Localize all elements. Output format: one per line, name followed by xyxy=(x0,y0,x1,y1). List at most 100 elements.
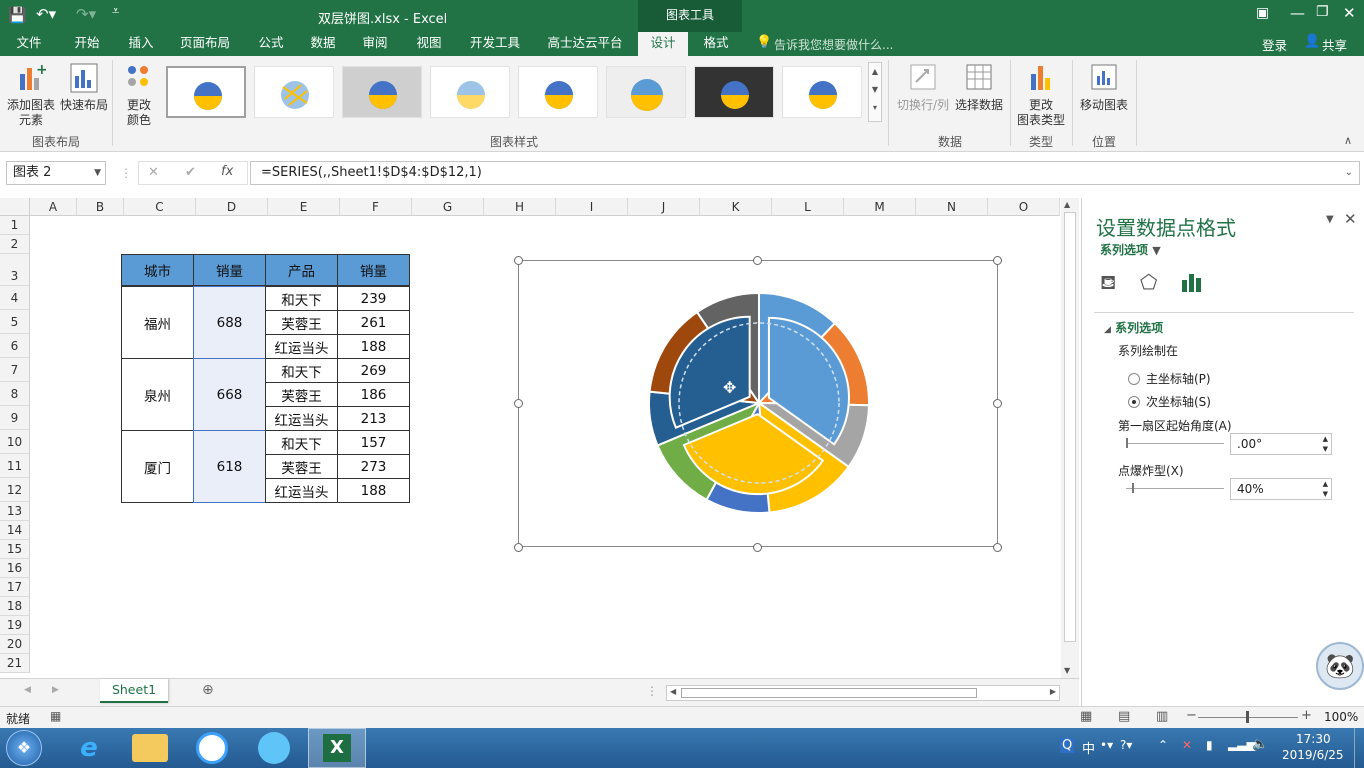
explosion-input[interactable]: 40% ▲ ▼ xyxy=(1230,478,1332,500)
table-header-cell[interactable]: 城市 xyxy=(121,254,194,286)
tell-me-box[interactable]: 告诉我您想要做什么... xyxy=(774,36,893,53)
macro-record-icon[interactable]: ▦ xyxy=(50,709,61,723)
row-header-16[interactable]: 16 xyxy=(0,559,30,578)
series-options-section[interactable]: ◢ 系列选项 xyxy=(1104,319,1163,336)
tab-insert[interactable]: 插入 xyxy=(118,32,164,56)
add-sheet-icon[interactable]: ⊕ xyxy=(202,682,214,698)
change-chart-type-button[interactable]: 更改 图表类型 xyxy=(1014,62,1068,128)
tab-page-layout[interactable]: 页面布局 xyxy=(172,32,238,56)
row-header-9[interactable]: 9 xyxy=(0,406,30,430)
secondary-axis-radio[interactable]: 次坐标轴(S) xyxy=(1128,393,1211,410)
volume-icon[interactable]: 🔈 xyxy=(1252,737,1268,752)
tab-gaoshida[interactable]: 高士达云平台 xyxy=(540,32,630,56)
ime-dot-icon[interactable]: •▾ xyxy=(1100,738,1113,752)
chart-style-7[interactable] xyxy=(694,66,774,118)
formula-input[interactable]: =SERIES(,,Sheet1!$D$4:$D$12,1) ⌄ xyxy=(250,161,1360,185)
chart-style-1[interactable] xyxy=(166,66,246,118)
name-box[interactable]: 图表 2 ▼ xyxy=(6,161,106,185)
row-header-11[interactable]: 11 xyxy=(0,454,30,478)
tab-format[interactable]: 格式 xyxy=(694,32,738,56)
column-header-j[interactable]: J xyxy=(628,198,700,216)
column-header-e[interactable]: E xyxy=(268,198,340,216)
normal-view-icon[interactable]: ▦ xyxy=(1080,709,1092,724)
column-header-d[interactable]: D xyxy=(196,198,268,216)
row-header-5[interactable]: 5 xyxy=(0,310,30,334)
resize-handle-bl[interactable] xyxy=(514,543,523,552)
chart-style-6[interactable] xyxy=(606,66,686,118)
chart-style-8[interactable] xyxy=(782,66,862,118)
tab-file[interactable]: 文件 xyxy=(8,32,50,56)
resize-handle-tr[interactable] xyxy=(993,256,1002,265)
city-cell[interactable]: 泉州 xyxy=(121,358,194,431)
row-header-6[interactable]: 6 xyxy=(0,334,30,358)
row-header-15[interactable]: 15 xyxy=(0,540,30,559)
collapse-ribbon-icon[interactable]: ∧ xyxy=(1344,134,1352,147)
resize-handle-tl[interactable] xyxy=(514,256,523,265)
zoom-out-icon[interactable]: − xyxy=(1186,708,1197,723)
browser-icon[interactable] xyxy=(258,732,290,764)
tray-arrow-icon[interactable]: ⌃ xyxy=(1158,738,1168,752)
pane-close-icon[interactable]: ✕ xyxy=(1344,210,1357,228)
resize-handle-b[interactable] xyxy=(753,543,762,552)
column-header-n[interactable]: N xyxy=(916,198,988,216)
resize-handle-t[interactable] xyxy=(753,256,762,265)
page-break-view-icon[interactable]: ▥ xyxy=(1156,709,1168,724)
gallery-scroll[interactable]: ▲ ▼ ▾ xyxy=(868,62,882,122)
explosion-slider[interactable] xyxy=(1126,488,1224,489)
product-sales-cell[interactable]: 213 xyxy=(337,406,410,431)
show-desktop-button[interactable] xyxy=(1354,728,1364,768)
city-cell[interactable]: 厦门 xyxy=(121,430,194,503)
column-header-f[interactable]: F xyxy=(340,198,412,216)
horizontal-scrollbar[interactable]: ◀ ▶ xyxy=(666,685,1060,701)
product-name-cell[interactable]: 芙蓉王 xyxy=(265,310,338,335)
network-warning-icon[interactable]: ✕ xyxy=(1182,738,1192,752)
qat-customize-icon[interactable]: ⩡ xyxy=(112,4,119,19)
column-header-k[interactable]: K xyxy=(700,198,772,216)
row-header-10[interactable]: 10 xyxy=(0,430,30,454)
restore-icon[interactable]: ❐ xyxy=(1316,4,1329,20)
product-sales-cell[interactable]: 157 xyxy=(337,430,410,455)
prev-sheet-icon[interactable]: ◀ xyxy=(24,685,31,695)
clock-time[interactable]: 17:30 xyxy=(1296,732,1331,746)
angle-slider[interactable] xyxy=(1126,443,1224,444)
start-button[interactable]: ❖ xyxy=(6,730,42,766)
chart-style-2[interactable] xyxy=(254,66,334,118)
redo-icon[interactable]: ↷▾ xyxy=(76,5,96,23)
column-header-a[interactable]: A xyxy=(30,198,77,216)
column-header-c[interactable]: C xyxy=(124,198,196,216)
product-name-cell[interactable]: 红运当头 xyxy=(265,478,338,503)
fill-line-icon[interactable]: ⛾ xyxy=(1100,270,1116,297)
row-header-14[interactable]: 14 xyxy=(0,521,30,540)
column-header-l[interactable]: L xyxy=(772,198,844,216)
product-sales-cell[interactable]: 273 xyxy=(337,454,410,479)
vertical-scrollbar[interactable]: ▲ ▼ xyxy=(1061,198,1079,678)
product-name-cell[interactable]: 芙蓉王 xyxy=(265,454,338,479)
move-chart-button[interactable]: 移动图表 xyxy=(1076,62,1132,113)
column-header-o[interactable]: O xyxy=(988,198,1060,216)
change-colors-button[interactable]: 更改 颜色 xyxy=(114,62,164,128)
pane-menu-icon[interactable]: ▼ xyxy=(1326,214,1334,225)
row-header-4[interactable]: 4 xyxy=(0,286,30,310)
effects-icon[interactable]: ⬠ xyxy=(1140,270,1157,294)
product-sales-cell[interactable]: 239 xyxy=(337,286,410,311)
product-sales-cell[interactable]: 188 xyxy=(337,478,410,503)
product-name-cell[interactable]: 红运当头 xyxy=(265,334,338,359)
product-name-cell[interactable]: 和天下 xyxy=(265,286,338,311)
double-pie-chart[interactable]: ✥ xyxy=(519,261,999,548)
total-cell[interactable]: 688 xyxy=(193,286,266,359)
page-layout-view-icon[interactable]: ▤ xyxy=(1118,709,1130,724)
close-icon[interactable]: ✕ xyxy=(1343,4,1356,22)
undo-icon[interactable]: ↶▾ xyxy=(36,5,56,23)
switch-row-column-button[interactable]: 切换行/列 xyxy=(894,62,952,113)
row-header-8[interactable]: 8 xyxy=(0,382,30,406)
ribbon-display-icon[interactable]: ▣ xyxy=(1256,5,1269,21)
select-all-corner[interactable] xyxy=(0,198,30,216)
table-header-cell[interactable]: 销量 xyxy=(193,254,266,286)
row-header-19[interactable]: 19 xyxy=(0,616,30,635)
minimize-icon[interactable]: — xyxy=(1290,4,1305,22)
column-header-b[interactable]: B xyxy=(77,198,124,216)
resize-handle-br[interactable] xyxy=(993,543,1002,552)
row-header-21[interactable]: 21 xyxy=(0,654,30,673)
worksheet-grid[interactable]: ABCDEFGHIJKLMNO 1 2 3 4 5 6 7 8 9 10 11 12 13 14 15 16 1… xyxy=(0,198,1060,678)
select-data-button[interactable]: 选择数据 xyxy=(952,62,1006,113)
